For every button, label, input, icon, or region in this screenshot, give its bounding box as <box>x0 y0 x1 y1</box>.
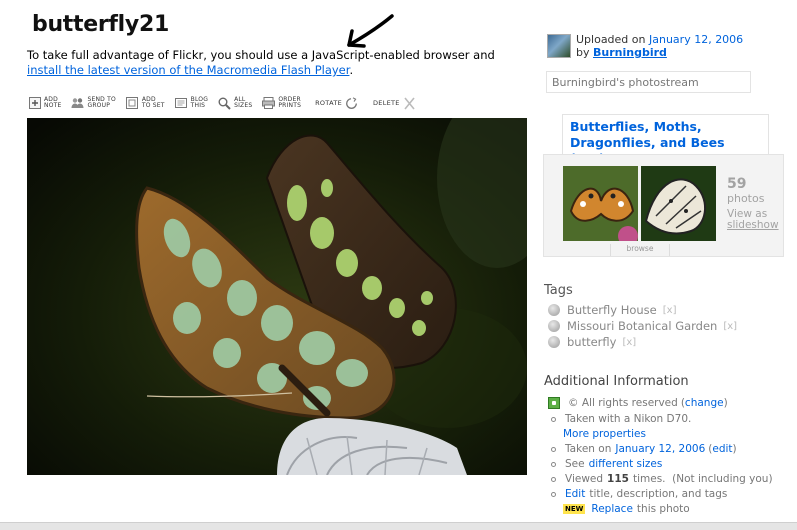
tag-item: Butterfly House [x] <box>548 303 676 317</box>
add-to-set-icon <box>126 97 139 110</box>
globe-icon[interactable] <box>548 320 560 332</box>
sizes-row: See different sizes <box>548 458 662 470</box>
tag-remove[interactable]: [x] <box>622 337 636 348</box>
bullet-icon <box>551 491 556 497</box>
set-context: 59 photos View as slideshow browse <box>543 154 784 257</box>
tag-link[interactable]: Missouri Botanical Garden <box>567 319 717 333</box>
main-photo[interactable] <box>27 118 527 475</box>
order-prints-button[interactable]: ORDER PRINTS <box>262 95 302 110</box>
rotate-button[interactable]: ROTATE <box>315 96 361 110</box>
set-title-link[interactable]: Butterflies, Moths, Dragonflies, and Bee… <box>562 114 769 166</box>
by-label: by <box>576 45 590 59</box>
set-box: Butterflies, Moths, Dragonflies, and Bee… <box>543 114 784 257</box>
more-properties-row: More properties <box>563 428 646 440</box>
taken-on-label: Taken on <box>565 443 612 455</box>
window-bottom-edge <box>0 522 797 530</box>
delete-button[interactable]: DELETE <box>373 96 419 110</box>
slideshow-link[interactable]: slideshow <box>727 219 779 231</box>
browse-link[interactable]: browse <box>610 244 670 256</box>
view-as: View as slideshow <box>727 209 779 231</box>
viewed-suffix: times. (Not including you) <box>632 473 773 485</box>
globe-icon[interactable] <box>548 304 560 316</box>
more-properties-link[interactable]: More properties <box>563 428 646 440</box>
photo-toolbar: ADD NOTE SEND TO GROUP ADD TO SET BLOG T… <box>28 92 429 114</box>
edit-link[interactable]: Edit <box>565 488 585 500</box>
replace-rest-text: this photo <box>636 503 690 515</box>
magnifier-icon <box>218 97 231 110</box>
add-to-set-label: ADD TO SET <box>141 95 165 109</box>
globe-icon[interactable] <box>548 336 560 348</box>
bullet-icon <box>551 476 556 482</box>
send-to-group-button[interactable]: SEND TO GROUP <box>71 95 116 110</box>
rotate-icon <box>345 96 358 110</box>
license-icon <box>548 397 560 409</box>
annotation-arrow <box>347 14 394 48</box>
all-sizes-label: ALL SIZES <box>234 95 253 109</box>
bullet-icon <box>551 446 556 452</box>
flash-player-link[interactable]: install the latest version of the Macrom… <box>27 63 349 77</box>
add-note-button[interactable]: ADD NOTE <box>28 95 62 110</box>
bullet-icon <box>551 416 556 422</box>
different-sizes-link[interactable]: different sizes <box>589 458 663 470</box>
send-to-group-label: SEND TO GROUP <box>87 95 116 109</box>
order-prints-label: ORDER PRINTS <box>278 95 302 109</box>
rotate-label: ROTATE <box>315 99 342 107</box>
taken-date-link[interactable]: January 12, 2006 <box>615 443 705 455</box>
set-photo-count-label: photos <box>727 192 765 205</box>
taken-on-row: Taken on January 12, 2006 (edit) <box>548 443 737 455</box>
blog-this-label: BLOG THIS <box>190 95 209 109</box>
uploader-text: Uploaded on January 12, 2006 by Burningb… <box>576 33 743 59</box>
notice-period: . <box>349 63 354 77</box>
tag-item: butterfly [x] <box>548 335 636 349</box>
edit-rest-text: title, description, and tags <box>589 488 728 500</box>
set-thumb-previous[interactable] <box>563 166 638 241</box>
change-license-link[interactable]: change <box>685 397 724 409</box>
uploaded-on-label: Uploaded on <box>576 33 646 46</box>
tags-heading: Tags <box>544 283 573 298</box>
butterfly-photo-image <box>27 118 527 475</box>
tag-remove[interactable]: [x] <box>663 305 677 316</box>
user-link[interactable]: Burningbird <box>593 46 667 59</box>
blog-this-icon <box>175 97 188 110</box>
edit-date-link[interactable]: edit <box>712 443 732 455</box>
set-thumb-next[interactable] <box>641 166 716 241</box>
viewed-label: Viewed <box>565 473 604 485</box>
additional-info-heading: Additional Information <box>544 374 689 389</box>
notice-text: To take full advantage of Flickr, you sh… <box>27 48 495 62</box>
new-badge: NEW <box>563 504 586 514</box>
rights-text: © All rights reserved <box>568 397 678 409</box>
replace-row: NEW Replace this photo <box>563 503 690 515</box>
send-to-group-icon <box>71 97 84 110</box>
blog-this-button[interactable]: BLOG THIS <box>175 95 209 110</box>
add-note-label: ADD NOTE <box>44 95 62 109</box>
add-to-set-button[interactable]: ADD TO SET <box>126 95 165 110</box>
edit-row: Edit title, description, and tags <box>548 488 727 500</box>
delete-label: DELETE <box>373 99 400 107</box>
tag-link[interactable]: butterfly <box>567 335 616 349</box>
flash-notice: To take full advantage of Flickr, you sh… <box>27 48 507 78</box>
views-row: Viewed 115 times. (Not including you) <box>548 473 773 485</box>
view-count: 115 <box>607 473 629 485</box>
add-note-icon <box>28 97 41 110</box>
all-sizes-button[interactable]: ALL SIZES <box>218 95 253 110</box>
see-label: See <box>565 458 585 470</box>
upload-date-link[interactable]: January 12, 2006 <box>649 33 743 46</box>
tag-item: Missouri Botanical Garden [x] <box>548 319 737 333</box>
order-prints-icon <box>262 97 276 110</box>
camera-row: Taken with a Nikon D70. <box>548 413 691 425</box>
photostream-button[interactable]: Burningbird's photostream <box>546 71 751 93</box>
bullet-icon <box>551 461 556 467</box>
photo-title: butterfly21 <box>32 12 169 37</box>
set-photo-count: 59 <box>727 176 747 192</box>
camera-text: Taken with a Nikon D70. <box>565 413 692 425</box>
rights-row: © All rights reserved (change) <box>548 397 728 409</box>
uploader-info: Uploaded on January 12, 2006 by Burningb… <box>547 33 743 59</box>
avatar[interactable] <box>547 34 571 58</box>
tag-link[interactable]: Butterfly House <box>567 303 657 317</box>
replace-link[interactable]: Replace <box>591 503 633 515</box>
tag-remove[interactable]: [x] <box>723 321 737 332</box>
delete-x-icon <box>403 96 416 110</box>
